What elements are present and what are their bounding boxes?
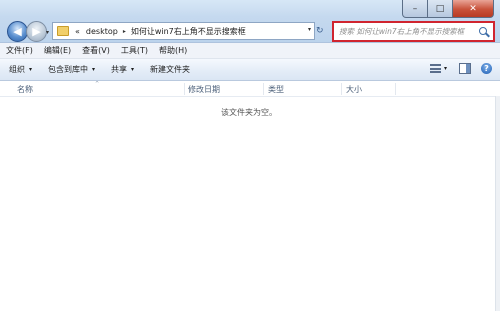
search-box[interactable]: 搜索 如何让win7右上角不显示搜索框	[332, 21, 495, 42]
chevron-down-icon: ▾	[131, 66, 135, 73]
column-headers: ^ 名称 修改日期 类型 大小	[0, 81, 500, 97]
organize-button[interactable]: 组织 ▾	[0, 64, 39, 75]
command-bar: 组织 ▾ 包含到库中 ▾ 共享 ▾ 新建文件夹 ▾ ?	[0, 59, 500, 81]
search-input[interactable]: 搜索 如何让win7右上角不显示搜索框	[334, 26, 478, 37]
column-divider[interactable]	[341, 83, 342, 95]
help-icon[interactable]: ?	[481, 63, 492, 74]
address-dropdown-icon[interactable]: ▾	[308, 26, 311, 33]
column-header-type[interactable]: 类型	[268, 84, 284, 95]
address-overflow[interactable]: «	[72, 27, 83, 36]
preview-pane-icon[interactable]	[459, 63, 471, 74]
views-icon[interactable]	[429, 64, 441, 73]
minimize-button[interactable]: –	[402, 0, 428, 18]
empty-folder-message: 该文件夹为空。	[221, 108, 277, 117]
view-controls: ▾ ?	[429, 63, 492, 74]
menu-file[interactable]: 文件(F)	[0, 45, 38, 56]
chevron-down-icon: ▾	[92, 66, 96, 73]
forward-icon[interactable]: ▶	[26, 21, 47, 42]
recent-pages-dropdown[interactable]: ▾	[46, 29, 49, 36]
maximize-button[interactable]: □	[428, 0, 453, 18]
window-controls: – □ ✕	[402, 0, 494, 18]
breadcrumb-separator-icon[interactable]: ▸	[121, 28, 128, 35]
include-in-library-label: 包含到库中	[48, 65, 89, 74]
share-button[interactable]: 共享 ▾	[102, 64, 141, 75]
menu-bar: 文件(F) 编辑(E) 查看(V) 工具(T) 帮助(H)	[0, 43, 500, 59]
share-label: 共享	[111, 65, 128, 74]
organize-label: 组织	[9, 65, 25, 74]
search-icon[interactable]	[478, 26, 490, 38]
column-header-modified[interactable]: 修改日期	[188, 84, 220, 95]
breadcrumb-current-folder[interactable]: 如何让win7右上角不显示搜索框	[128, 26, 249, 37]
menu-help[interactable]: 帮助(H)	[153, 45, 192, 56]
include-in-library-button[interactable]: 包含到库中 ▾	[39, 64, 102, 75]
back-icon[interactable]: ◀	[7, 21, 28, 42]
new-folder-label: 新建文件夹	[150, 65, 191, 74]
close-button[interactable]: ✕	[453, 0, 494, 18]
column-divider[interactable]	[395, 83, 396, 95]
column-header-size[interactable]: 大小	[346, 84, 362, 95]
breadcrumb-desktop[interactable]: desktop	[83, 27, 121, 36]
column-header-name[interactable]: 名称	[17, 84, 33, 95]
menu-tools[interactable]: 工具(T)	[115, 45, 153, 56]
menu-edit[interactable]: 编辑(E)	[38, 45, 76, 56]
views-dropdown-icon[interactable]: ▾	[444, 65, 447, 72]
column-divider[interactable]	[184, 83, 185, 95]
chevron-down-icon: ▾	[29, 66, 33, 73]
folder-icon	[57, 26, 69, 36]
new-folder-button[interactable]: 新建文件夹	[141, 64, 197, 75]
menu-view[interactable]: 查看(V)	[76, 45, 115, 56]
address-bar[interactable]: « desktop ▸ 如何让win7右上角不显示搜索框 ▾	[52, 22, 315, 40]
sort-indicator-icon: ^	[95, 81, 100, 87]
scrollbar[interactable]	[495, 96, 500, 311]
column-divider[interactable]	[263, 83, 264, 95]
refresh-icon[interactable]: ↻	[316, 26, 324, 36]
